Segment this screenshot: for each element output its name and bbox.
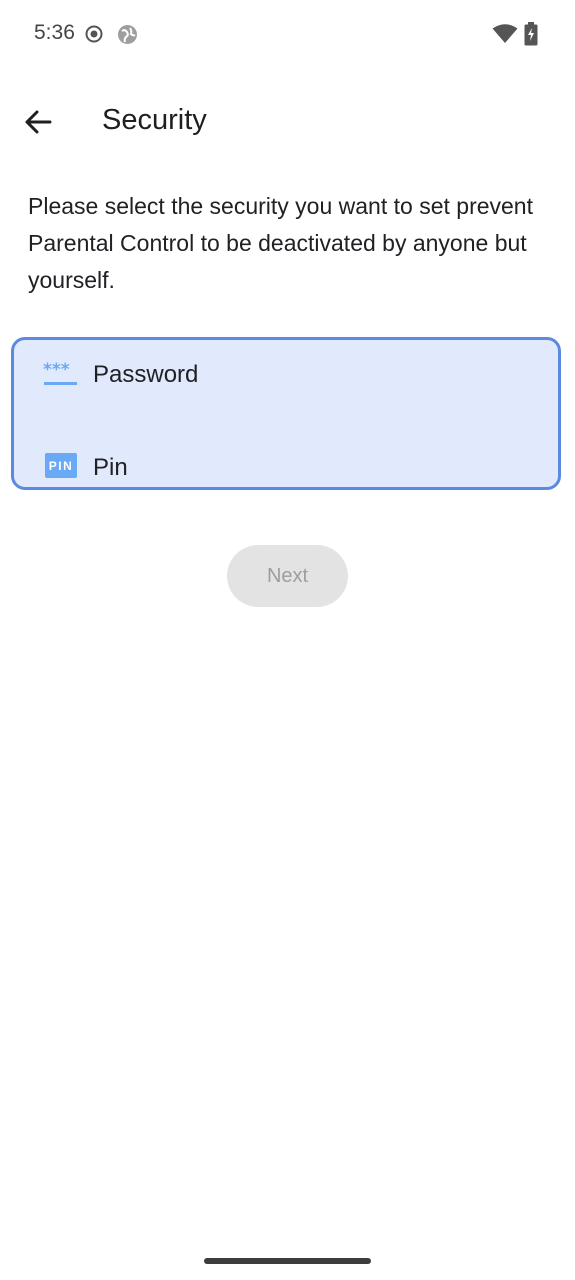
status-time: 5:36	[34, 21, 75, 44]
password-dots-icon: ***	[43, 360, 79, 388]
globe-icon	[117, 24, 138, 50]
pin-badge-icon: PIN	[45, 453, 77, 478]
app-bar: Security	[0, 86, 575, 158]
next-button[interactable]: Next	[227, 545, 348, 607]
arrow-back-icon	[25, 110, 52, 134]
home-gesture-handle[interactable]	[204, 1258, 371, 1264]
back-button[interactable]	[14, 98, 62, 146]
page-title: Security	[102, 104, 207, 136]
option-password-label: Password	[93, 361, 199, 388]
option-password[interactable]: *** Password	[14, 344, 558, 404]
status-bar: 5:36	[0, 0, 575, 68]
battery-charging-icon	[524, 22, 538, 51]
record-icon	[85, 25, 103, 48]
option-pin[interactable]: PIN Pin	[14, 437, 558, 497]
svg-text:***: ***	[43, 360, 70, 380]
security-options-card: *** Password PIN Pin	[11, 337, 561, 490]
wifi-icon	[492, 24, 518, 49]
option-pin-label: Pin	[93, 454, 128, 481]
description-text: Please select the security you want to s…	[28, 193, 533, 293]
